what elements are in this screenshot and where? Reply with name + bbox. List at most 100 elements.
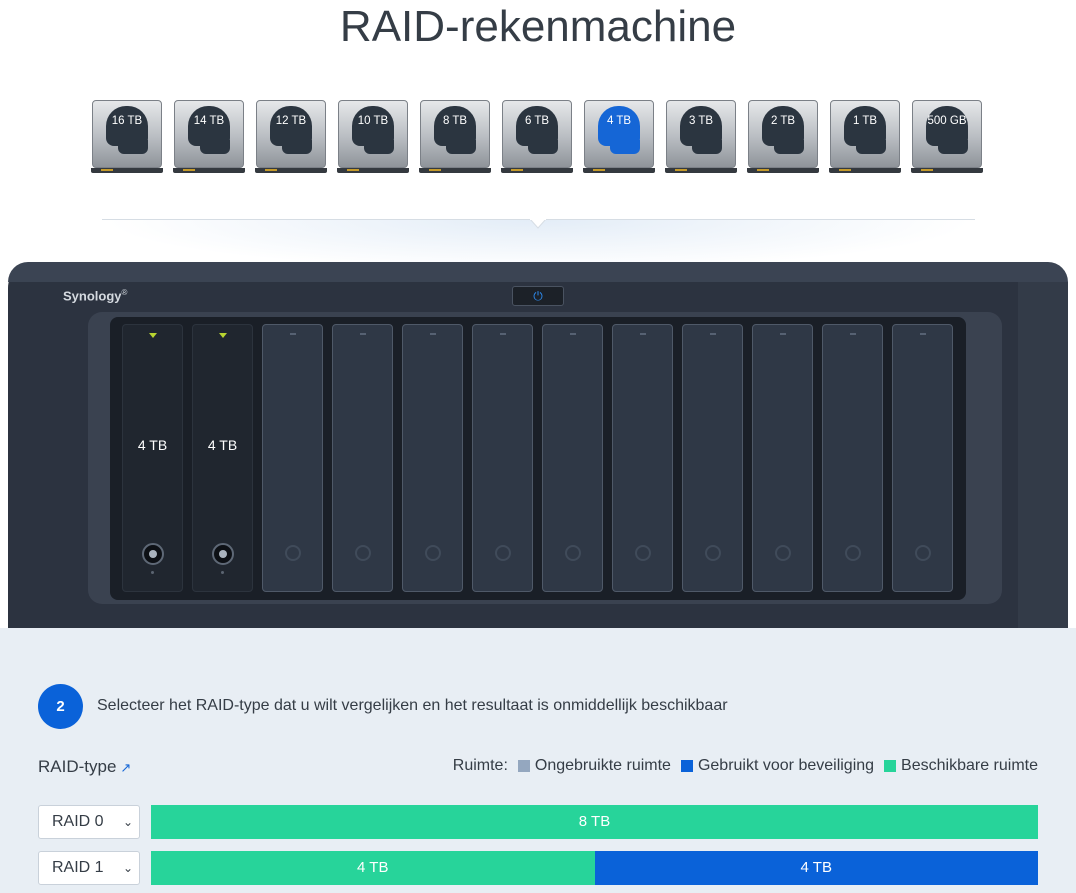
bay-led-icon xyxy=(570,333,576,335)
legend-swatch xyxy=(680,760,693,772)
bay-led-icon xyxy=(290,333,296,335)
page-title: RAID-rekenmachine xyxy=(339,2,737,51)
bay-knob-icon xyxy=(495,545,511,561)
bay-knob-icon xyxy=(425,545,441,561)
drive-bay-filled[interactable]: 4 TB xyxy=(122,324,183,592)
legend-label: Gebruikt voor beveiliging xyxy=(697,757,875,774)
picker-pointer-icon xyxy=(530,219,546,229)
drive-option[interactable]: 14 TB xyxy=(173,100,245,174)
drive-neck xyxy=(200,140,230,154)
legend-label: Beschikbare ruimte xyxy=(901,757,1038,774)
drive-connector xyxy=(419,168,491,173)
drive-bay-empty[interactable] xyxy=(472,324,533,592)
drive-connector xyxy=(911,168,983,173)
drive-capacity-label: 14 TB xyxy=(193,115,225,127)
capacity-segment-protection: 4 TB xyxy=(594,851,1038,885)
drive-bay-empty[interactable] xyxy=(332,324,393,592)
status-led-icon xyxy=(149,333,157,338)
drive-capacity-label: 6 TB xyxy=(524,115,550,127)
drive-neck xyxy=(446,140,476,154)
power-button[interactable]: ⏻ xyxy=(512,286,564,306)
bay-knob-icon xyxy=(845,545,861,561)
drive-bay-filled[interactable]: 4 TB xyxy=(192,324,253,592)
drive-neck xyxy=(774,140,804,154)
bay-led-icon xyxy=(430,333,436,335)
drive-bay-empty[interactable] xyxy=(752,324,813,592)
drive-bay-empty[interactable] xyxy=(822,324,883,592)
bay-knob-icon xyxy=(565,545,581,561)
drive-neck xyxy=(364,140,394,154)
bay-knob-icon xyxy=(775,545,791,561)
drive-capacity-label: 2 TB xyxy=(770,115,796,127)
capacity-bar: 4 TB 4 TB xyxy=(151,851,1038,885)
drive-option[interactable]: 4 TB xyxy=(583,100,655,174)
raid-type-value: RAID 0 xyxy=(52,813,104,830)
bay-indicator-dot xyxy=(221,571,224,574)
drive-connector xyxy=(501,168,573,173)
drive-option[interactable]: 10 TB xyxy=(337,100,409,174)
drive-connector xyxy=(255,168,327,173)
bay-led-icon xyxy=(360,333,366,335)
drive-connector xyxy=(91,168,163,173)
bay-led-icon xyxy=(920,333,926,335)
legend-swatch xyxy=(884,760,897,772)
drive-option[interactable]: 8 TB xyxy=(419,100,491,174)
raid-type-label: RAID-type xyxy=(38,757,117,776)
bay-lock-icon xyxy=(142,543,164,565)
drive-option[interactable]: 1 TB xyxy=(829,100,901,174)
drive-neck xyxy=(938,140,968,154)
drive-bay-empty[interactable] xyxy=(612,324,673,592)
drive-neck xyxy=(282,140,312,154)
drive-neck xyxy=(610,140,640,154)
bay-led-icon xyxy=(710,333,716,335)
drive-connector xyxy=(337,168,409,173)
bay-knob-icon xyxy=(635,545,651,561)
bay-knob-icon xyxy=(915,545,931,561)
drive-capacity-label: 500 GB xyxy=(927,115,967,127)
drive-picker: 16 TB 14 TB 12 TB 10 TB 8 TB 6 TB 4 TB 3 TB 2 TB… xyxy=(91,100,984,174)
step-number-badge: 2 xyxy=(38,684,83,729)
drive-option[interactable]: 6 TB xyxy=(501,100,573,174)
drive-neck xyxy=(692,140,722,154)
drive-capacity-label: 1 TB xyxy=(852,115,878,127)
drive-connector xyxy=(583,168,655,173)
raid-type-select[interactable]: RAID 1 ⌄ xyxy=(38,851,140,885)
drive-bay-empty[interactable] xyxy=(542,324,603,592)
drive-option[interactable]: 3 TB xyxy=(665,100,737,174)
drive-neck xyxy=(118,140,148,154)
drive-bay-empty[interactable] xyxy=(262,324,323,592)
chevron-down-icon: ⌄ xyxy=(122,815,133,829)
drive-option[interactable]: 12 TB xyxy=(255,100,327,174)
drive-capacity-label: 4 TB xyxy=(606,115,632,127)
bay-knob-icon xyxy=(705,545,721,561)
raid-type-link[interactable]: RAID-type ↗ xyxy=(38,757,131,777)
legend-label: Ongebruikte ruimte xyxy=(534,757,671,774)
drive-bay-empty[interactable] xyxy=(682,324,743,592)
nas-side xyxy=(1018,282,1068,630)
external-link-icon: ↗ xyxy=(120,760,132,775)
chevron-down-icon: ⌄ xyxy=(122,861,133,875)
drive-capacity-label: 16 TB xyxy=(111,115,143,127)
bay-knob-icon xyxy=(355,545,371,561)
drive-capacity-label: 3 TB xyxy=(688,115,714,127)
drive-bay-empty[interactable] xyxy=(402,324,463,592)
drive-connector xyxy=(829,168,901,173)
raid-row: RAID 1 ⌄ 4 TB 4 TB xyxy=(38,851,1038,886)
nas-brand-logo: Synology® xyxy=(63,288,128,304)
drive-bay-empty[interactable] xyxy=(892,324,953,592)
nas-chassis: Synology® ⏻ 4 TB 4 TB xyxy=(8,262,1068,630)
bay-led-icon xyxy=(780,333,786,335)
drive-option[interactable]: 500 GB xyxy=(911,100,983,174)
raid-type-select[interactable]: RAID 0 ⌄ xyxy=(38,805,140,839)
drive-connector xyxy=(665,168,737,173)
step-instruction: Selecteer het RAID-type dat u wilt verge… xyxy=(97,697,728,714)
legend-title: Ruimte: xyxy=(452,757,508,774)
nas-top-edge xyxy=(8,262,1068,282)
drive-connector xyxy=(747,168,819,173)
drive-connector xyxy=(173,168,245,173)
drive-option[interactable]: 2 TB xyxy=(747,100,819,174)
space-legend: Ruimte: Ongebruikte ruimte Gebruikt voor … xyxy=(453,757,1038,775)
drive-option[interactable]: 16 TB xyxy=(91,100,163,174)
power-icon: ⏻ xyxy=(533,289,543,303)
legend-swatch xyxy=(517,760,530,772)
